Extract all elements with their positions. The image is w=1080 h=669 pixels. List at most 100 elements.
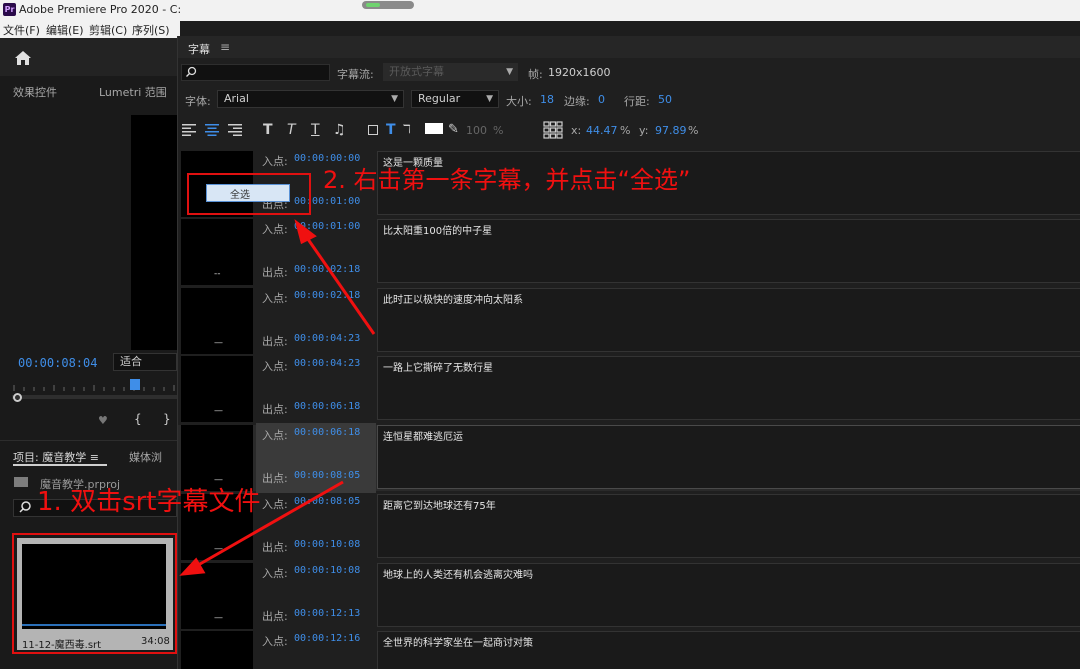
font-style-value: Regular: [418, 92, 461, 105]
line-spacing-label: 行距:: [624, 95, 650, 108]
search-icon: [19, 501, 31, 513]
panel-menu-icon[interactable]: ≡: [220, 40, 230, 54]
caption-stream-select[interactable]: 开放式字幕 ▼: [383, 63, 518, 81]
menu-clip[interactable]: 剪辑(C): [89, 22, 127, 38]
align-center-icon[interactable]: [205, 124, 219, 136]
window-scroll-indicator[interactable]: [362, 1, 414, 9]
in-point-timecode[interactable]: 00:00:02:18: [294, 290, 360, 301]
caption-text: 距离它到达地球还有75年: [383, 501, 496, 512]
edge-label: 边缘:: [564, 95, 590, 108]
line-spacing-value[interactable]: 50: [658, 93, 672, 106]
folder-icon: [14, 477, 28, 487]
out-point-label: 出点:: [262, 472, 288, 485]
home-icon[interactable]: [14, 50, 32, 66]
in-point-label: 入点:: [262, 635, 288, 648]
caption-thumb-mark: —: [214, 613, 223, 623]
out-point-label: 出点:: [262, 610, 288, 623]
text-outline-icon[interactable]: ℸ: [403, 122, 411, 136]
window-title: Adobe Premiere Pro 2020 - C:: [19, 3, 182, 16]
caption-row[interactable]: — 入点: 00:00:10:08 出点: 00:00:12:13 地球上的人类…: [178, 563, 1080, 629]
srt-thumbnail-progress: [22, 624, 166, 626]
annotation-step-1: 1. 双击srt字幕文件: [37, 487, 261, 517]
bold-icon[interactable]: T: [263, 122, 273, 138]
menu-edit[interactable]: 编辑(E): [46, 22, 84, 38]
in-point-timecode[interactable]: 00:00:12:16: [294, 633, 360, 644]
search-icon: [186, 66, 197, 77]
menu-file[interactable]: 文件(F): [3, 22, 40, 38]
music-note-icon[interactable]: ♫: [333, 122, 346, 138]
underline-icon[interactable]: T: [311, 122, 320, 138]
position-grid-icon[interactable]: [543, 121, 563, 139]
context-menu-select-all[interactable]: 全选: [230, 186, 250, 201]
marker-icon[interactable]: ♥: [98, 414, 108, 427]
color-swatch[interactable]: [425, 123, 443, 134]
fit-select[interactable]: 适合: [113, 353, 177, 371]
font-size-value[interactable]: 18: [540, 93, 554, 106]
font-family-select[interactable]: Arial ▼: [217, 90, 404, 108]
y-position-unit: %: [688, 124, 699, 137]
caption-row[interactable]: 入点: 00:00:12:16 全世界的科学家坐在一起商讨对策: [178, 631, 1080, 669]
caption-row[interactable]: -- 入点: 00:00:01:00 出点: 00:00:02:18 比太阳重1…: [178, 219, 1080, 285]
in-point-timecode[interactable]: 00:00:08:05: [294, 496, 360, 507]
caption-thumbnail: --: [181, 219, 253, 285]
frame-size-value: 1920x1600: [548, 66, 611, 79]
tab-media-browser[interactable]: 媒体浏: [129, 449, 162, 465]
caption-row-selected[interactable]: — 入点: 00:00:06:18 出点: 00:00:08:05 连恒星都难逃…: [178, 423, 1080, 493]
tab-lumetri-scopes[interactable]: Lumetri 范围: [99, 84, 167, 100]
time-ruler[interactable]: [12, 381, 177, 393]
out-point-label: 出点:: [262, 266, 288, 279]
caption-text-field[interactable]: 全世界的科学家坐在一起商讨对策: [377, 631, 1080, 669]
opacity-value[interactable]: 100: [466, 124, 487, 137]
y-position-value[interactable]: 97.89: [655, 124, 687, 137]
out-point-timecode[interactable]: 00:00:02:18: [294, 264, 360, 275]
caption-row[interactable]: — 入点: 00:00:04:23 出点: 00:00:06:18 一路上它撕碎…: [178, 356, 1080, 422]
out-point-timecode[interactable]: 00:00:08:05: [294, 470, 360, 481]
in-point-timecode[interactable]: 00:00:10:08: [294, 565, 360, 576]
out-point-label: 出点:: [262, 335, 288, 348]
caption-row[interactable]: — 入点: 00:00:02:18 出点: 00:00:04:23 此时正以极快…: [178, 288, 1080, 354]
panel-title[interactable]: 字幕: [188, 41, 210, 57]
caption-text-field[interactable]: 比太阳重100倍的中子星: [377, 219, 1080, 283]
caption-text-field[interactable]: 此时正以极快的速度冲向太阳系: [377, 288, 1080, 352]
in-point-timecode[interactable]: 00:00:04:23: [294, 358, 360, 369]
italic-icon[interactable]: T: [287, 122, 296, 138]
eyedropper-icon[interactable]: ✎: [448, 122, 459, 137]
font-size-label: 大小:: [506, 95, 532, 108]
edge-value[interactable]: 0: [598, 93, 605, 106]
in-point-timecode[interactable]: 00:00:06:18: [294, 427, 360, 438]
mark-out-icon[interactable]: }: [163, 412, 171, 426]
caption-text-field[interactable]: 一路上它撕碎了无数行星: [377, 356, 1080, 420]
font-style-select[interactable]: Regular ▼: [411, 90, 499, 108]
text-color-icon[interactable]: T: [386, 122, 396, 138]
caption-row[interactable]: — 入点: 00:00:08:05 出点: 00:00:10:08 距离它到达地…: [178, 494, 1080, 560]
tab-effect-controls[interactable]: 效果控件: [13, 84, 57, 100]
x-position-value[interactable]: 44.47: [586, 124, 618, 137]
caption-stream-label: 字幕流:: [337, 68, 374, 81]
in-point-timecode[interactable]: 00:00:01:00: [294, 221, 360, 232]
zoom-scrollbar[interactable]: [12, 395, 177, 399]
program-preview: [131, 115, 177, 350]
panel-divider: [0, 440, 177, 441]
tab-project[interactable]: 项目: 魔音教学 ≡: [13, 449, 99, 465]
in-point-label: 入点:: [262, 292, 288, 305]
caption-search-input[interactable]: [181, 64, 330, 81]
playhead-marker[interactable]: [130, 379, 140, 390]
align-right-icon[interactable]: [228, 124, 242, 136]
out-point-timecode[interactable]: 00:00:04:23: [294, 333, 360, 344]
align-left-icon[interactable]: [182, 124, 196, 136]
in-point-label: 入点:: [262, 567, 288, 580]
caption-thumbnail: —: [181, 356, 253, 422]
mark-in-icon[interactable]: {: [134, 412, 142, 426]
playhead-timecode[interactable]: 00:00:08:04: [18, 356, 97, 370]
out-point-timecode[interactable]: 00:00:06:18: [294, 401, 360, 412]
caption-text-field[interactable]: 连恒星都难逃厄运: [377, 425, 1080, 489]
out-point-timecode[interactable]: 00:00:12:13: [294, 608, 360, 619]
menu-sequence[interactable]: 序列(S): [132, 22, 170, 38]
caption-text-field[interactable]: 距离它到达地球还有75年: [377, 494, 1080, 558]
caption-thumbnail: [181, 631, 253, 669]
background-color-icon[interactable]: [368, 125, 378, 135]
caption-text-field[interactable]: 地球上的人类还有机会逃离灾难吗: [377, 563, 1080, 627]
out-point-timecode[interactable]: 00:00:10:08: [294, 539, 360, 550]
in-point-label: 入点:: [262, 429, 288, 442]
scroll-handle-icon[interactable]: [13, 393, 22, 402]
